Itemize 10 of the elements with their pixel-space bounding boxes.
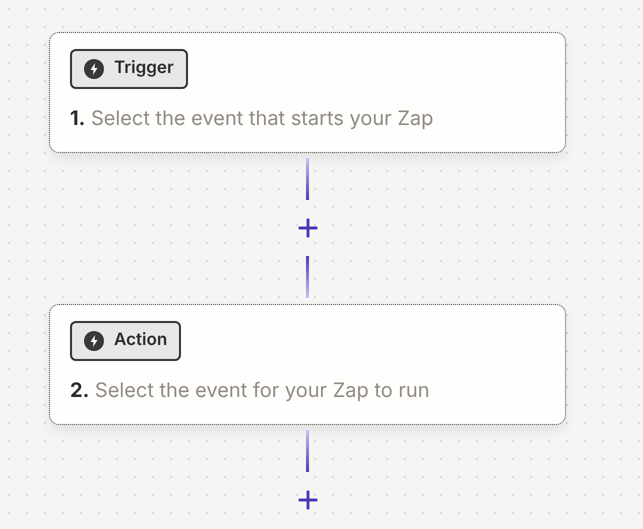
step-card[interactable]: Action 2. Select the event for your Zap to run	[49, 304, 566, 425]
lightning-bolt-icon	[84, 59, 104, 79]
step-type-badge[interactable]: Action	[70, 321, 182, 361]
badge-label: Trigger	[114, 57, 174, 80]
badge-label: Action	[114, 329, 168, 352]
step-title: 2. Select the event for your Zap to run	[70, 377, 431, 404]
step-title: 1. Select the event that starts your Zap	[70, 105, 434, 132]
step-card[interactable]: Trigger 1. Select the event that starts your Zap	[49, 32, 566, 153]
step-type-badge[interactable]: Trigger	[70, 49, 188, 89]
lightning-bolt-icon	[84, 331, 104, 351]
